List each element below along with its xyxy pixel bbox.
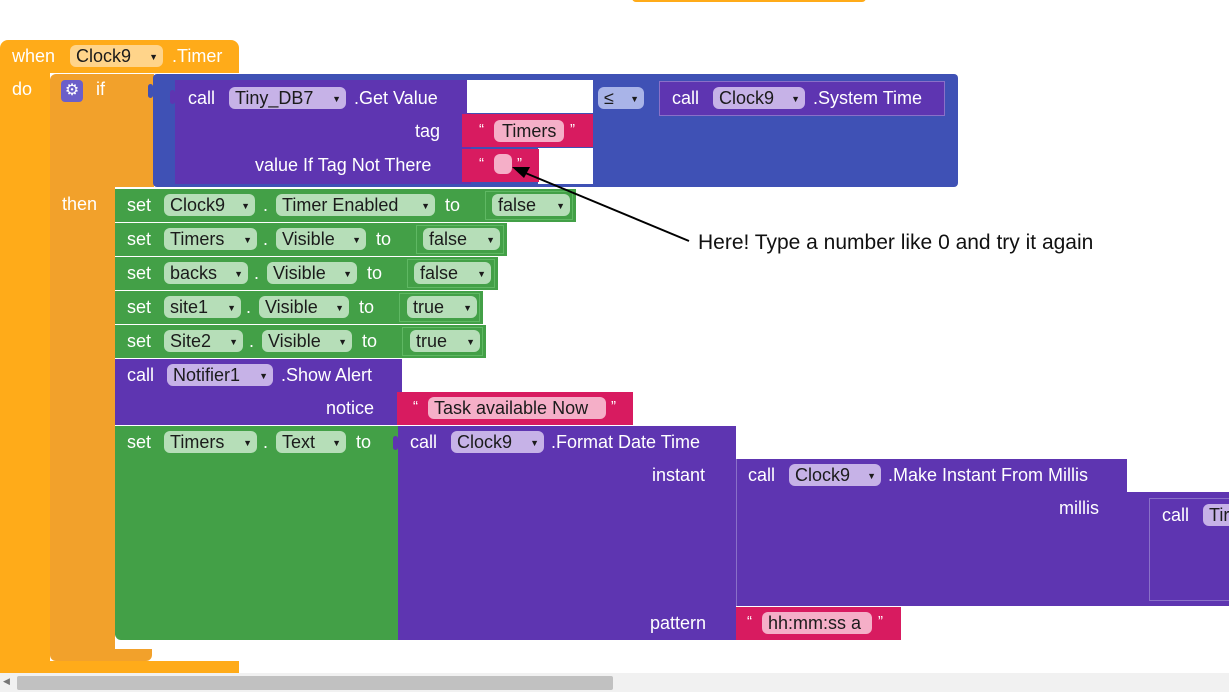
- annotation-text: Here! Type a number like 0 and try it ag…: [698, 231, 1094, 254]
- scrollbar-thumb[interactable]: [17, 676, 613, 690]
- annotation-arrow-icon: [512, 167, 690, 242]
- scroll-left-icon[interactable]: ◀: [3, 676, 10, 687]
